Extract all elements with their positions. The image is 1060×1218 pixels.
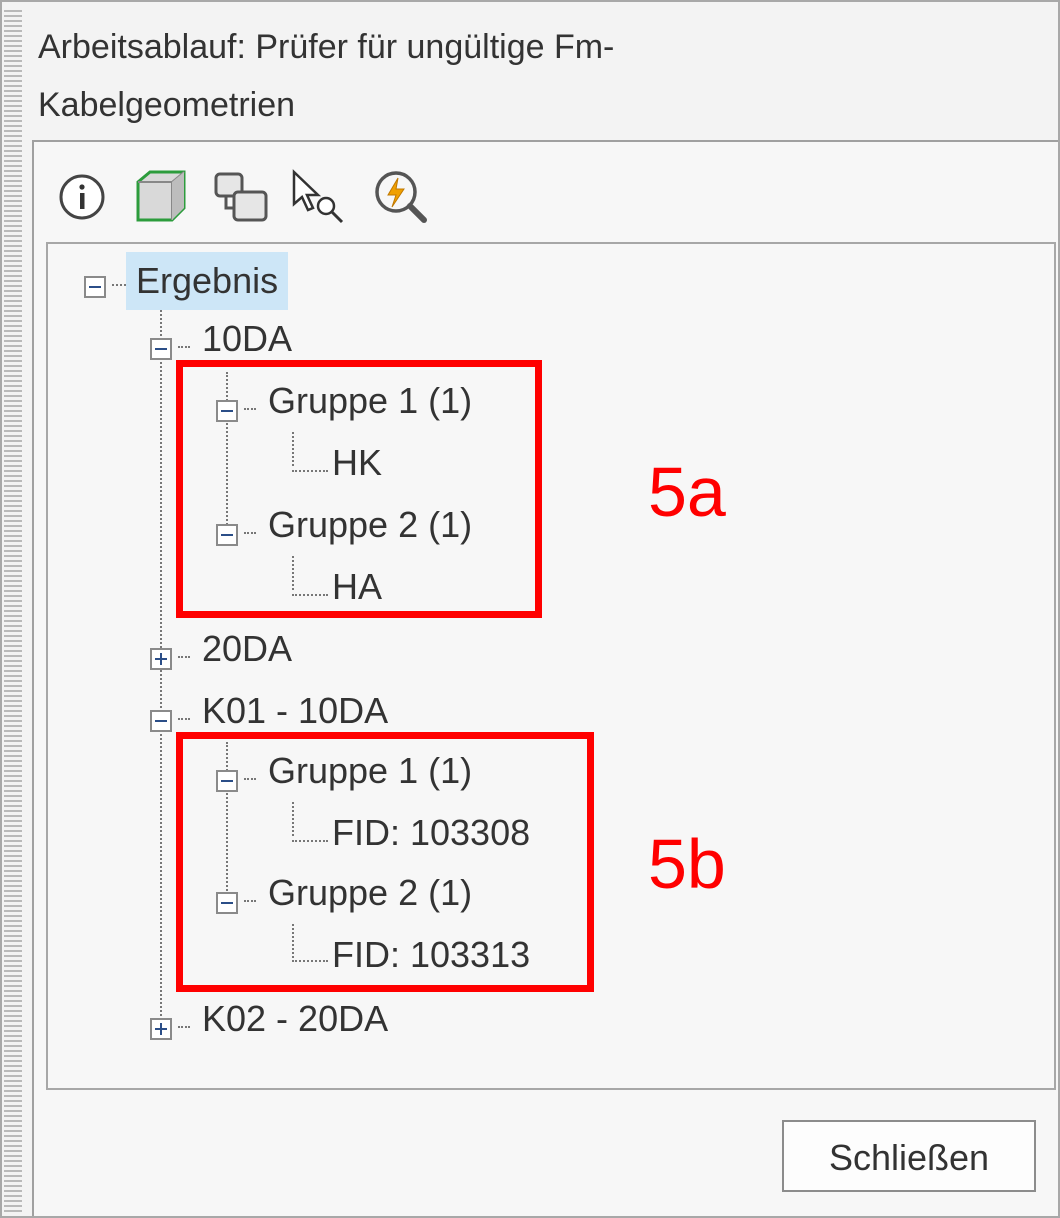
- info-icon: [59, 174, 105, 220]
- dialog-title: Arbeitsablauf: Prüfer für ungültige Fm-K…: [38, 28, 615, 124]
- copy-icon: [214, 172, 268, 222]
- cube-icon: [136, 170, 186, 222]
- tree-connector: [112, 284, 126, 286]
- close-button[interactable]: Schließen: [782, 1120, 1036, 1192]
- tree-connector: [178, 346, 190, 348]
- quick-zoom-button[interactable]: [370, 168, 427, 226]
- tree-item-label: Ergebnis: [126, 252, 289, 310]
- 3d-view-button[interactable]: [132, 168, 188, 226]
- expand-toggle-k02[interactable]: [150, 1018, 172, 1040]
- annotation-box-5b: [176, 732, 594, 992]
- select-zoom-icon: [292, 169, 344, 224]
- tree-item-k01[interactable]: K01 - 10DA: [202, 686, 388, 736]
- tree-connector: [178, 718, 190, 720]
- info-button[interactable]: [56, 168, 112, 226]
- tree-item-label: K02 - 20DA: [202, 998, 389, 1039]
- tree-item-20da[interactable]: 20DA: [202, 624, 292, 674]
- collapse-toggle-10da[interactable]: [150, 338, 172, 360]
- tree-connector: [178, 656, 190, 658]
- resize-grip[interactable]: [4, 10, 22, 1214]
- tree-item-label: 20DA: [202, 628, 293, 669]
- tree-item-label: K01 - 10DA: [202, 690, 389, 731]
- tree-item-k02[interactable]: K02 - 20DA: [202, 994, 388, 1044]
- tree-item-10da[interactable]: 10DA: [202, 314, 292, 364]
- collapse-toggle-k01[interactable]: [150, 710, 172, 732]
- duplicate-button[interactable]: [212, 168, 268, 226]
- zoom-flash-icon: [375, 171, 427, 223]
- annotation-label-5b: 5b: [648, 825, 726, 903]
- tree-item-root[interactable]: Ergebnis: [126, 252, 289, 310]
- select-zoom-button[interactable]: [290, 168, 346, 226]
- expand-toggle-20da[interactable]: [150, 648, 172, 670]
- collapse-toggle-root[interactable]: [84, 276, 106, 298]
- tree-connector: [178, 1026, 190, 1028]
- annotation-box-5a: [176, 360, 542, 618]
- annotation-label-5a: 5a: [648, 453, 726, 531]
- tree-item-label: 10DA: [202, 318, 293, 359]
